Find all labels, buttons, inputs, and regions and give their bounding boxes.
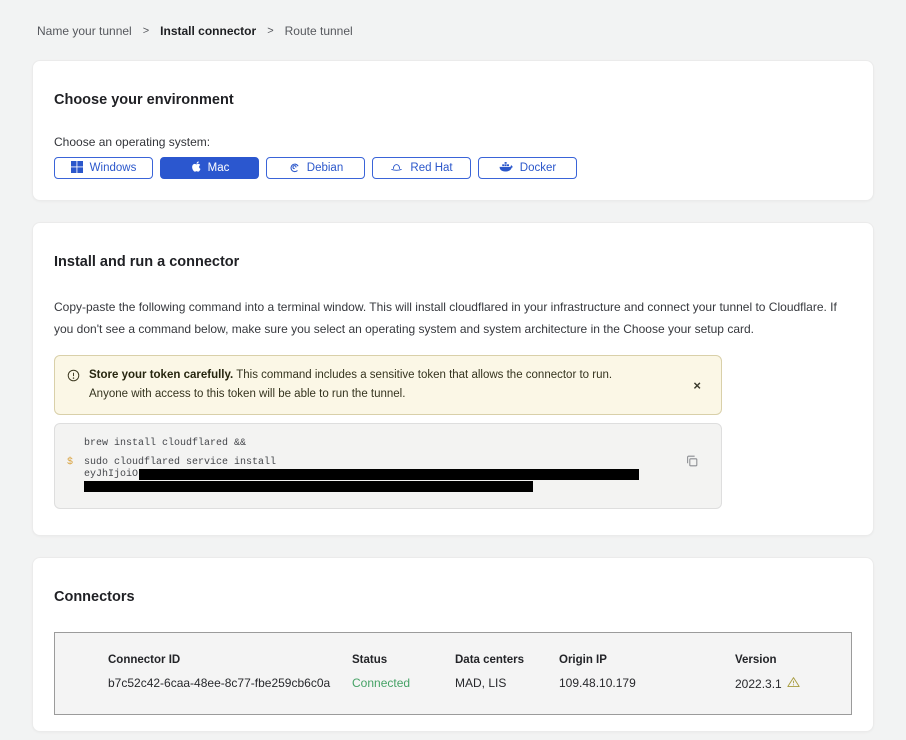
debian-swirl-icon xyxy=(288,161,300,176)
windows-icon xyxy=(71,161,83,176)
redacted-token-bar xyxy=(84,481,533,492)
token-warning-title: Store your token carefully. xyxy=(89,369,233,381)
column-status: Status Connected xyxy=(352,654,455,691)
connector-id-value: b7c52c42-6caa-48ee-8c77-fbe259cb6c0a xyxy=(108,676,352,690)
close-icon[interactable]: × xyxy=(687,376,707,395)
environment-card: Choose your environment Choose an operat… xyxy=(32,60,874,201)
token-warning-banner: Store your token carefully. This command… xyxy=(54,355,722,415)
copy-icon[interactable] xyxy=(683,452,701,473)
install-description: Copy-paste the following command into a … xyxy=(54,296,852,340)
breadcrumb-name-your-tunnel[interactable]: Name your tunnel xyxy=(37,24,132,38)
column-header: Connector ID xyxy=(108,654,352,666)
column-header: Origin IP xyxy=(559,654,735,666)
apple-icon xyxy=(190,160,201,176)
warning-triangle-icon xyxy=(787,676,800,691)
code-command-text: sudo cloudflared service install xyxy=(84,457,276,468)
os-button-redhat[interactable]: Red Hat xyxy=(372,157,471,179)
breadcrumb-install-connector[interactable]: Install connector xyxy=(160,24,256,38)
docker-whale-icon xyxy=(499,161,513,176)
version-number: 2022.3.1 xyxy=(735,677,782,691)
token-line: eyJhIjoiO xyxy=(67,469,675,480)
connectors-card-title: Connectors xyxy=(54,579,852,605)
os-button-label: Windows xyxy=(90,162,137,174)
breadcrumb-separator: > xyxy=(143,25,149,37)
code-line-brew: brew install cloudflared && xyxy=(67,438,675,449)
code-line-sudo: $ sudo cloudflared service install xyxy=(67,457,675,468)
breadcrumb-separator: > xyxy=(267,25,273,37)
os-button-group: Windows Mac Debian Red Hat xyxy=(54,157,852,179)
column-connector-id: Connector ID b7c52c42-6caa-48ee-8c77-fbe… xyxy=(108,654,352,691)
breadcrumb: Name your tunnel > Install connector > R… xyxy=(32,0,874,38)
page: Name your tunnel > Install connector > R… xyxy=(0,0,906,740)
column-data-centers: Data centers MAD, LIS xyxy=(455,654,559,691)
os-button-mac[interactable]: Mac xyxy=(160,157,259,179)
connectors-table: Connector ID b7c52c42-6caa-48ee-8c77-fbe… xyxy=(54,632,852,715)
os-select-label: Choose an operating system: xyxy=(54,135,852,149)
os-button-label: Docker xyxy=(520,162,556,174)
environment-card-title: Choose your environment xyxy=(54,82,852,108)
alert-circle-icon xyxy=(67,369,80,389)
column-header: Version xyxy=(735,654,851,666)
os-button-label: Debian xyxy=(307,162,343,174)
os-button-debian[interactable]: Debian xyxy=(266,157,365,179)
column-origin-ip: Origin IP 109.48.10.179 xyxy=(559,654,735,691)
install-card-title: Install and run a connector xyxy=(54,244,852,270)
shell-prompt: $ xyxy=(67,457,84,468)
os-button-label: Red Hat xyxy=(410,162,452,174)
data-centers-value: MAD, LIS xyxy=(455,676,559,690)
version-value: 2022.3.1 xyxy=(735,676,851,691)
install-card: Install and run a connector Copy-paste t… xyxy=(32,222,874,536)
origin-ip-value: 109.48.10.179 xyxy=(559,676,735,690)
status-badge: Connected xyxy=(352,676,455,690)
os-button-windows[interactable]: Windows xyxy=(54,157,153,179)
redacted-token-bar xyxy=(139,469,639,480)
column-header: Status xyxy=(352,654,455,666)
token-prefix: eyJhIjoiO xyxy=(84,469,138,480)
column-header: Data centers xyxy=(455,654,559,666)
column-version: Version 2022.3.1 xyxy=(735,654,851,691)
connectors-card: Connectors Connector ID b7c52c42-6caa-48… xyxy=(32,557,874,732)
token-warning-text: Store your token carefully. This command… xyxy=(89,366,649,404)
install-command-codeblock: brew install cloudflared && $ sudo cloud… xyxy=(54,423,722,509)
os-button-docker[interactable]: Docker xyxy=(478,157,577,179)
os-button-label: Mac xyxy=(208,162,230,174)
breadcrumb-route-tunnel[interactable]: Route tunnel xyxy=(285,24,353,38)
redhat-icon xyxy=(390,161,403,176)
